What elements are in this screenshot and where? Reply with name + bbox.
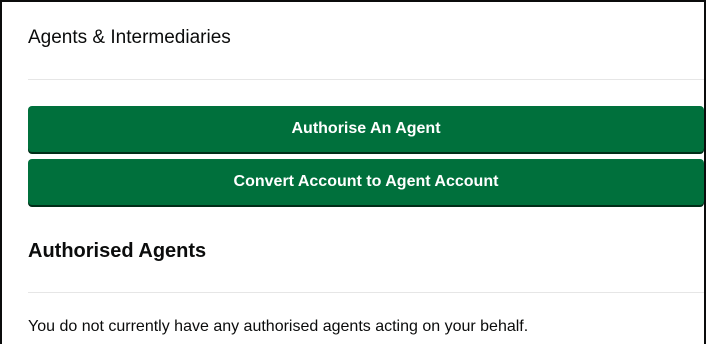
- section-divider: [28, 79, 704, 80]
- panel-title: Agents & Intermediaries: [28, 27, 231, 48]
- section-divider: [28, 292, 704, 293]
- agents-panel: Agents & Intermediaries Authorise An Age…: [0, 0, 706, 344]
- authorised-agents-heading: Authorised Agents: [28, 240, 207, 262]
- authorise-agent-button[interactable]: Authorise An Agent: [28, 106, 704, 152]
- convert-account-button[interactable]: Convert Account to Agent Account: [28, 159, 704, 205]
- no-agents-message: You do not currently have any authorised…: [28, 318, 529, 335]
